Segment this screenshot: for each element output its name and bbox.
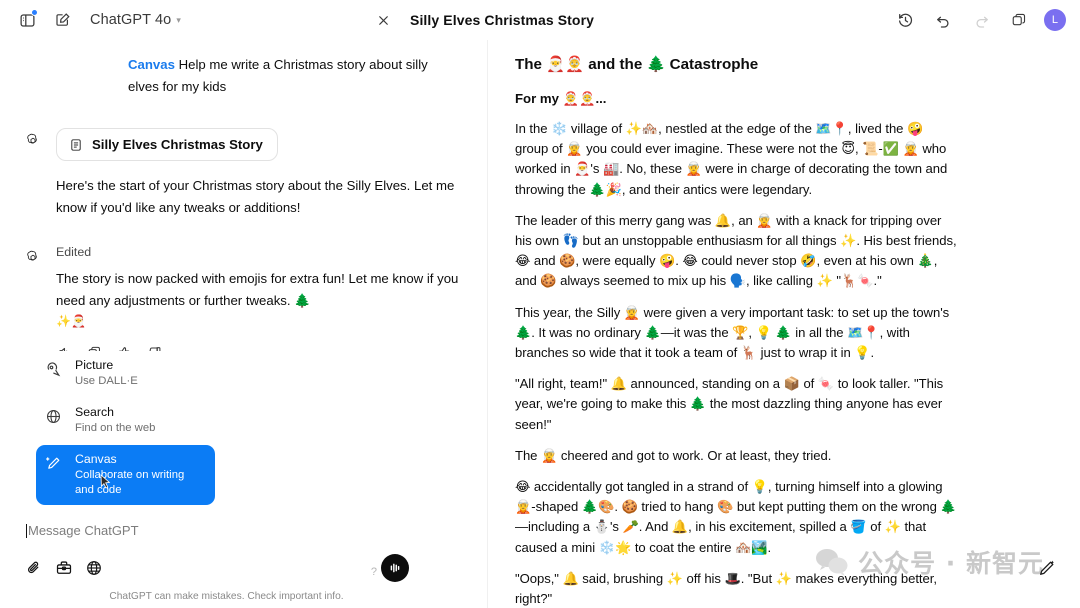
user-message: Canvas Help me write a Christmas story a… bbox=[24, 54, 463, 98]
composer: Message ChatGPT ? ChatGPT can make mista… bbox=[0, 507, 487, 608]
document-paragraph: "Oops," 🔔 said, brushing ✨ off his 🎩. "B… bbox=[515, 570, 937, 607]
canvas-title-bar: Silly Elves Christmas Story bbox=[370, 0, 594, 40]
compose-icon[interactable] bbox=[50, 7, 76, 33]
document-paragraph: This year, the Silly 🧝 were given a very… bbox=[515, 304, 950, 361]
assistant-emoji-line: ✨🎅 bbox=[56, 314, 86, 328]
chat-panel: Canvas Help me write a Christmas story a… bbox=[0, 40, 487, 608]
document-paragraph: In the ❄️ village of ✨🏘️, nestled at the… bbox=[515, 121, 948, 197]
chatgpt-canvas-window: ChatGPT 4o ▾ Silly Elves Christmas Story bbox=[0, 0, 1080, 608]
model-selector[interactable]: ChatGPT 4o ▾ bbox=[90, 12, 181, 28]
copy-window-icon[interactable] bbox=[1006, 7, 1032, 33]
composer-inner: Message ChatGPT ? ChatGPT can make mista… bbox=[24, 507, 463, 602]
close-icon[interactable] bbox=[370, 7, 396, 33]
assistant-message-1: Silly Elves Christmas Story Here's the s… bbox=[24, 128, 463, 219]
chat-scroll-area[interactable]: Canvas Help me write a Christmas story a… bbox=[0, 40, 487, 507]
menu-item-subtitle: Collaborate on writing and code bbox=[75, 469, 185, 496]
pencil-cursor-icon bbox=[1036, 559, 1056, 579]
menu-item-title: Picture bbox=[75, 358, 114, 372]
assistant-message-2: Edited The story is now packed with emoj… bbox=[24, 245, 463, 360]
disclaimer-text: ChatGPT can make mistakes. Check importa… bbox=[109, 591, 344, 602]
redo-icon bbox=[968, 7, 994, 33]
chevron-down-icon: ▾ bbox=[176, 14, 181, 25]
assistant-body-1: Silly Elves Christmas Story Here's the s… bbox=[56, 128, 463, 219]
document-paragraph: The leader of this merry gang was 🔔, an … bbox=[515, 212, 957, 289]
header-left-group: ChatGPT 4o ▾ bbox=[14, 7, 181, 33]
composer-toolbar bbox=[24, 554, 463, 582]
menu-item-picture[interactable]: Picture Use DALL·E bbox=[36, 351, 215, 396]
openai-logo-icon-2 bbox=[24, 247, 42, 265]
help-glyph[interactable]: ? bbox=[371, 566, 377, 578]
main-body: Canvas Help me write a Christmas story a… bbox=[0, 40, 1080, 608]
globe-icon bbox=[45, 408, 63, 425]
document-heading: The 🎅🤶 and the 🌲 Catastrophe bbox=[515, 56, 759, 73]
assistant-body-2: Edited The story is now packed with emoj… bbox=[56, 245, 463, 360]
canvas-document-chip[interactable]: Silly Elves Christmas Story bbox=[56, 128, 278, 161]
document-subheading: For my 🤶🤶... bbox=[515, 91, 607, 106]
canvas-pencil-icon bbox=[45, 455, 63, 472]
message-input-placeholder: Message ChatGPT bbox=[28, 523, 139, 538]
picture-dalle-icon bbox=[45, 361, 63, 378]
document-paragraph: The 🧝 cheered and got to work. Or at lea… bbox=[515, 447, 832, 463]
menu-item-subtitle: Find on the web bbox=[75, 422, 156, 434]
sidebar-toggle-icon[interactable] bbox=[14, 7, 40, 33]
header-right-group: L bbox=[892, 7, 1066, 33]
voice-mode-button[interactable] bbox=[381, 554, 409, 582]
menu-item-title: Search bbox=[75, 405, 114, 419]
globe-search-icon[interactable] bbox=[84, 559, 103, 578]
attach-file-icon[interactable] bbox=[24, 559, 43, 578]
undo-icon[interactable] bbox=[930, 7, 956, 33]
notification-dot bbox=[31, 9, 38, 16]
text-caret bbox=[26, 523, 27, 538]
message-input[interactable]: Message ChatGPT bbox=[24, 517, 463, 538]
menu-item-search[interactable]: Search Find on the web bbox=[36, 398, 215, 443]
avatar[interactable]: L bbox=[1044, 9, 1066, 31]
model-name-label: ChatGPT 4o bbox=[90, 12, 172, 28]
toolbox-icon[interactable] bbox=[54, 559, 73, 578]
menu-item-canvas[interactable]: Canvas Collaborate on writing and code bbox=[36, 445, 215, 505]
canvas-document-pane[interactable]: The 🎅🤶 and the 🌲 Catastrophe For my 🤶🤶..… bbox=[487, 40, 1080, 608]
document-paragraph: 😂 accidentally got tangled in a strand o… bbox=[515, 479, 957, 555]
history-icon[interactable] bbox=[892, 7, 918, 33]
document-icon bbox=[69, 138, 83, 152]
openai-logo-icon bbox=[24, 130, 42, 148]
page-title: Silly Elves Christmas Story bbox=[410, 12, 595, 28]
composer-tools bbox=[24, 559, 103, 578]
assistant-text-2: The story is now packed with emojis for … bbox=[56, 271, 459, 308]
document-paragraph: "All right, team!" 🔔 announced, standing… bbox=[515, 376, 944, 432]
edited-label: Edited bbox=[56, 245, 92, 259]
chip-label: Silly Elves Christmas Story bbox=[92, 137, 263, 152]
top-header: ChatGPT 4o ▾ Silly Elves Christmas Story bbox=[0, 0, 1080, 40]
canvas-tag-label: Canvas bbox=[128, 57, 175, 72]
tools-menu: Picture Use DALL·E Search Find on the we… bbox=[36, 351, 215, 507]
assistant-text-1: Here's the start of your Christmas story… bbox=[56, 178, 455, 215]
menu-item-subtitle: Use DALL·E bbox=[75, 375, 138, 387]
menu-item-title: Canvas bbox=[75, 452, 117, 466]
